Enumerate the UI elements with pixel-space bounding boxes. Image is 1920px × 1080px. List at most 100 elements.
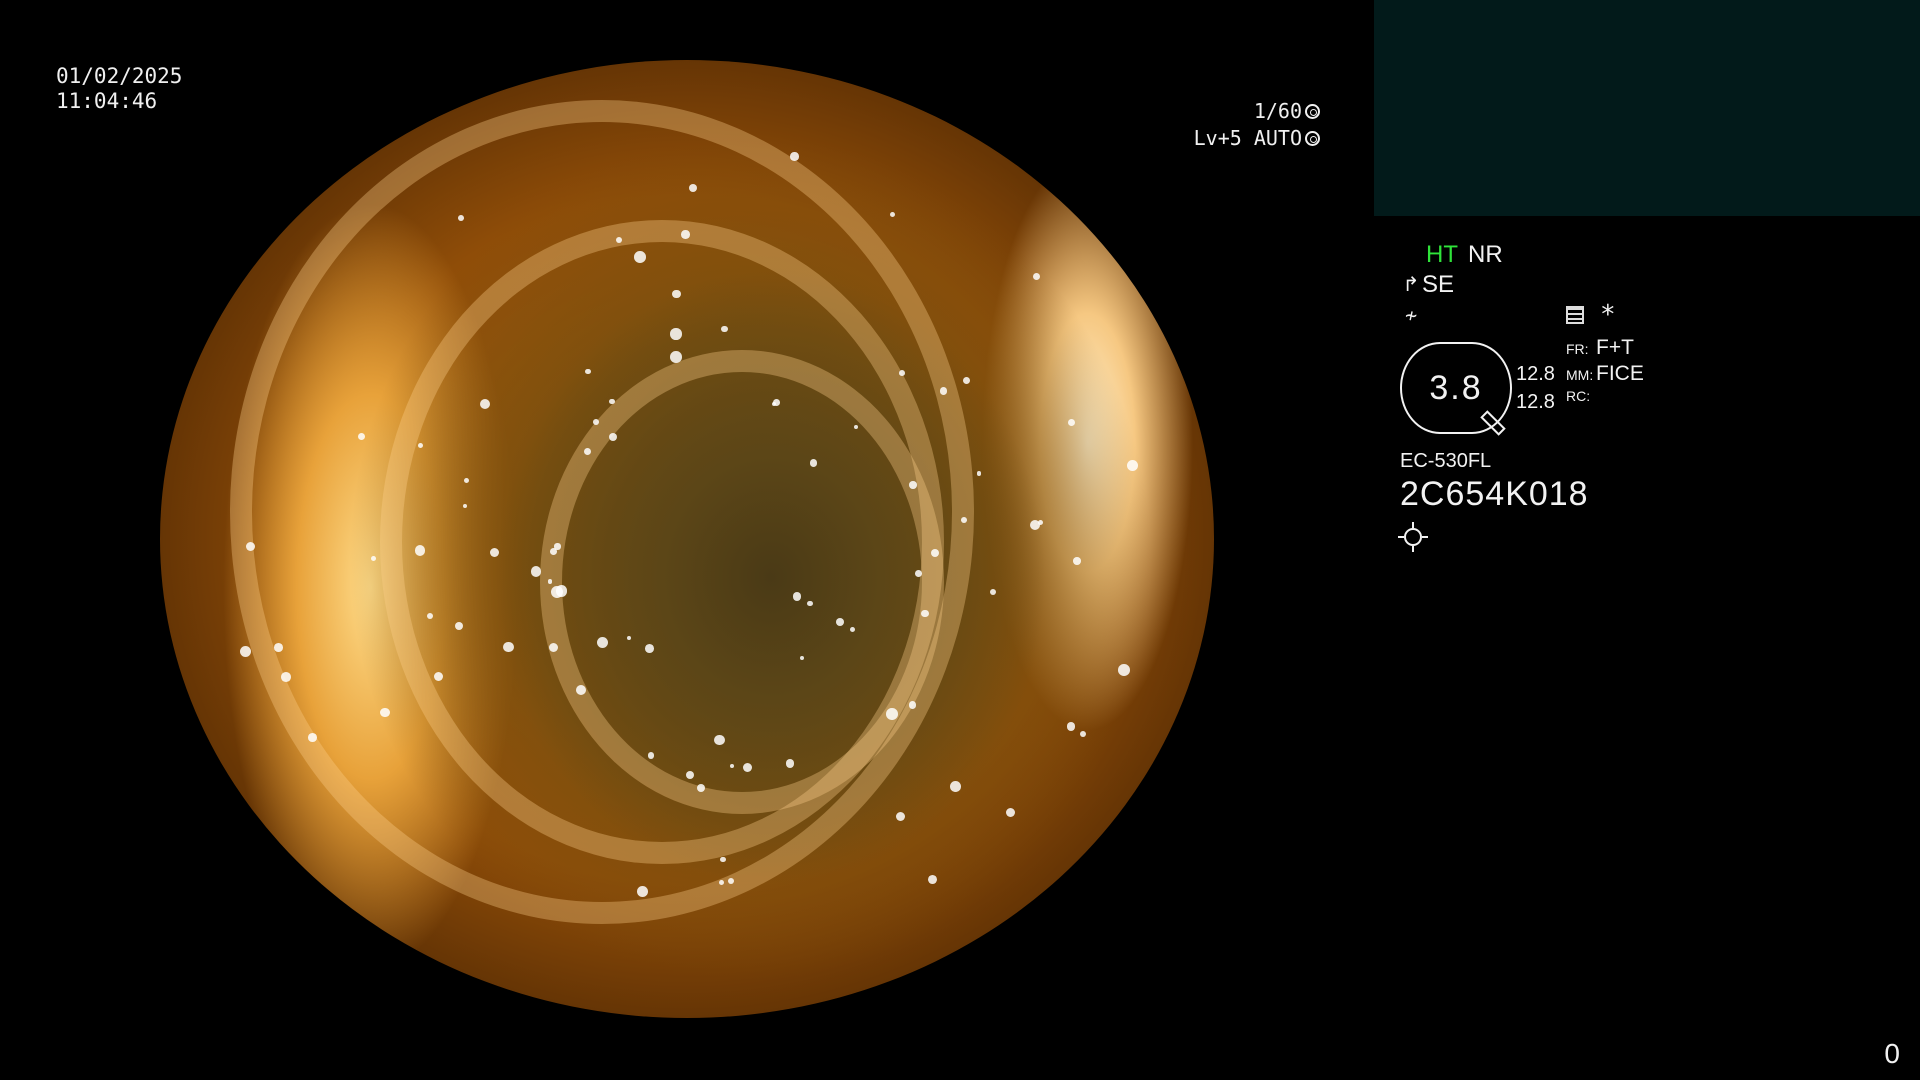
specular-highlight	[637, 885, 649, 897]
specular-highlight	[909, 481, 917, 489]
specular-highlight	[989, 588, 996, 596]
image-mode-row: HT NR	[1400, 240, 1900, 270]
specular-highlight	[583, 447, 591, 455]
se-indicator: SE	[1422, 271, 1455, 298]
settings-list-icon	[1566, 306, 1584, 324]
specular-highlight	[1073, 557, 1082, 565]
specular-highlight	[898, 369, 905, 376]
magnification-value: 3.8	[1429, 368, 1483, 407]
specular-highlight	[927, 875, 937, 885]
param-key: MM:	[1566, 367, 1594, 383]
specular-highlight	[963, 377, 971, 385]
specular-highlight	[807, 600, 813, 607]
specular-highlight	[908, 701, 917, 709]
specular-highlight	[371, 556, 377, 561]
param-value: F+T	[1596, 336, 1634, 359]
specular-highlight	[1066, 721, 1076, 731]
date-text: 01/02/2025	[56, 64, 183, 88]
light-source-icon	[1398, 522, 1428, 552]
se-row: ↱ SE	[1400, 270, 1900, 300]
specular-highlight	[1006, 808, 1016, 818]
specular-highlight	[718, 879, 724, 885]
specular-highlight	[688, 184, 697, 193]
scope-params: FR: F+T MM: FICE RC:	[1566, 336, 1644, 414]
specular-highlight	[1032, 272, 1040, 280]
param-rc: RC:	[1566, 388, 1644, 414]
specular-highlight	[890, 211, 896, 217]
specular-highlight	[548, 642, 558, 652]
specular-highlight	[685, 770, 695, 779]
scope-model: EC-530FL	[1400, 450, 1492, 472]
specular-highlight	[503, 642, 514, 653]
zoom-value: 12.8	[1516, 391, 1555, 413]
specular-highlight	[647, 752, 655, 759]
specular-highlight	[849, 626, 855, 632]
specular-highlight	[886, 707, 898, 720]
specular-highlight	[895, 811, 906, 822]
specular-highlight	[670, 351, 682, 364]
specular-highlight	[949, 780, 961, 792]
specular-highlight	[960, 516, 967, 523]
specular-highlight	[670, 328, 682, 340]
specular-highlight	[633, 250, 646, 263]
specular-highlight	[720, 856, 726, 862]
info-panel: HT NR ↱ SE ≁ * 3.8 12.8 12.8 FR: F+T MM:…	[1398, 240, 1900, 552]
zoom-values: 12.8 12.8	[1516, 360, 1555, 416]
endoscopic-image	[160, 60, 1214, 1018]
specular-highlight	[280, 672, 291, 683]
flat-icon: ≁	[1404, 303, 1418, 327]
specular-highlight	[1038, 520, 1044, 526]
exposure-level-text: Lv+5 AUTO	[1193, 126, 1302, 150]
image-counter: 0	[1884, 1038, 1900, 1069]
specular-highlight	[742, 762, 753, 773]
enhance-icon: ↱	[1402, 274, 1420, 296]
pen-icon	[1480, 410, 1506, 436]
specular-highlight	[977, 471, 982, 476]
specular-highlight	[809, 459, 818, 467]
magnification-badge: 3.8	[1400, 342, 1512, 436]
specular-highlight	[575, 685, 586, 696]
specular-highlight	[835, 617, 844, 626]
shutter-text: 1/60	[1253, 99, 1302, 123]
param-key: FR:	[1566, 341, 1589, 357]
specular-highlight	[462, 503, 467, 508]
specular-highlight	[915, 570, 923, 577]
specular-highlight	[786, 759, 795, 768]
specular-highlight	[1080, 731, 1087, 738]
specular-highlight	[729, 763, 734, 768]
zoom-value: 12.8	[1516, 363, 1555, 385]
specular-highlight	[681, 230, 690, 239]
scope-serial: 2C654K018	[1400, 475, 1589, 513]
specular-highlight	[1117, 664, 1130, 677]
status-icons-row: ≁ *	[1400, 300, 1900, 330]
specular-highlight	[530, 566, 542, 577]
sub-screen-panel	[1374, 0, 1920, 216]
specular-highlight	[714, 735, 725, 746]
nr-indicator: NR	[1468, 241, 1503, 268]
specular-highlight	[550, 547, 558, 555]
param-key: RC:	[1566, 388, 1591, 404]
specular-highlight	[792, 592, 802, 601]
param-mm: MM: FICE	[1566, 362, 1644, 388]
specular-highlight	[239, 646, 251, 658]
auto-exposure-icon	[1305, 131, 1320, 146]
specular-highlight	[773, 399, 780, 406]
mucosal-fold	[230, 100, 974, 924]
ht-indicator: HT	[1426, 241, 1458, 268]
param-fr: FR: F+T	[1566, 336, 1644, 362]
specular-highlight	[1067, 418, 1075, 426]
specular-highlight	[274, 643, 283, 652]
asterisk-icon: *	[1600, 300, 1616, 330]
time-text: 11:04:46	[56, 89, 158, 113]
specular-highlight	[308, 733, 317, 742]
endoscopy-screen: 01/02/2025 11:04:46 1/60 Lv+5 AUTO HT NR …	[0, 0, 1920, 1080]
exposure-info: 1/60 Lv+5 AUTO	[1194, 98, 1320, 152]
aperture-icon	[1305, 104, 1320, 119]
specular-highlight	[672, 289, 681, 299]
datetime-display: 01/02/2025 11:04:46	[56, 64, 182, 114]
specular-highlight	[380, 707, 390, 717]
specular-highlight	[547, 579, 552, 584]
specular-highlight	[490, 547, 500, 557]
specular-highlight	[1126, 459, 1138, 471]
specular-highlight	[790, 152, 799, 161]
